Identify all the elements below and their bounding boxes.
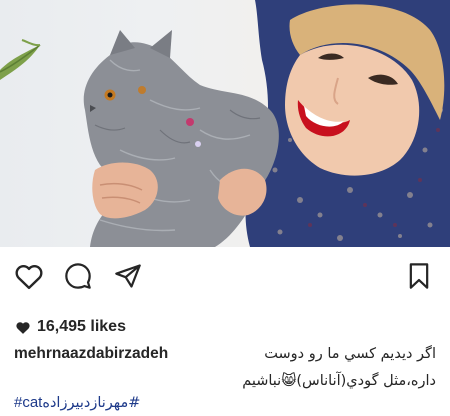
caption-text-1: اگر ديديم كسي ما رو دوست bbox=[264, 346, 436, 362]
comment-icon bbox=[64, 262, 92, 290]
small-heart-icon bbox=[15, 320, 31, 335]
hashtag-cat[interactable]: #cat bbox=[14, 394, 42, 411]
like-button[interactable] bbox=[13, 260, 45, 292]
heart-icon bbox=[14, 262, 44, 290]
caption-username[interactable]: mehrnaazdabirzadeh bbox=[14, 344, 168, 364]
likes-text: 16,495 likes bbox=[37, 318, 126, 335]
share-button[interactable] bbox=[112, 260, 144, 292]
save-button[interactable] bbox=[403, 260, 435, 292]
send-icon bbox=[114, 262, 142, 290]
likes-count[interactable]: 16,495 likes bbox=[15, 316, 126, 338]
caption-hashtags: #cat#مهرنازدبیرزاده bbox=[14, 393, 436, 413]
post-photo[interactable] bbox=[0, 0, 450, 247]
comment-button[interactable] bbox=[62, 260, 94, 292]
bookmark-icon bbox=[407, 262, 431, 290]
post-action-bar bbox=[0, 252, 450, 298]
caption-line-1: mehrnaazdabirzadeh اگر ديديم كسي ما رو د… bbox=[14, 344, 436, 364]
post-photo-illustration bbox=[0, 0, 450, 247]
hashtag-username[interactable]: #مهرنازدبیرزاده bbox=[42, 395, 140, 411]
caption-text-2: داره،مثل گودي(آناناس)😸نباشيم bbox=[242, 373, 436, 389]
